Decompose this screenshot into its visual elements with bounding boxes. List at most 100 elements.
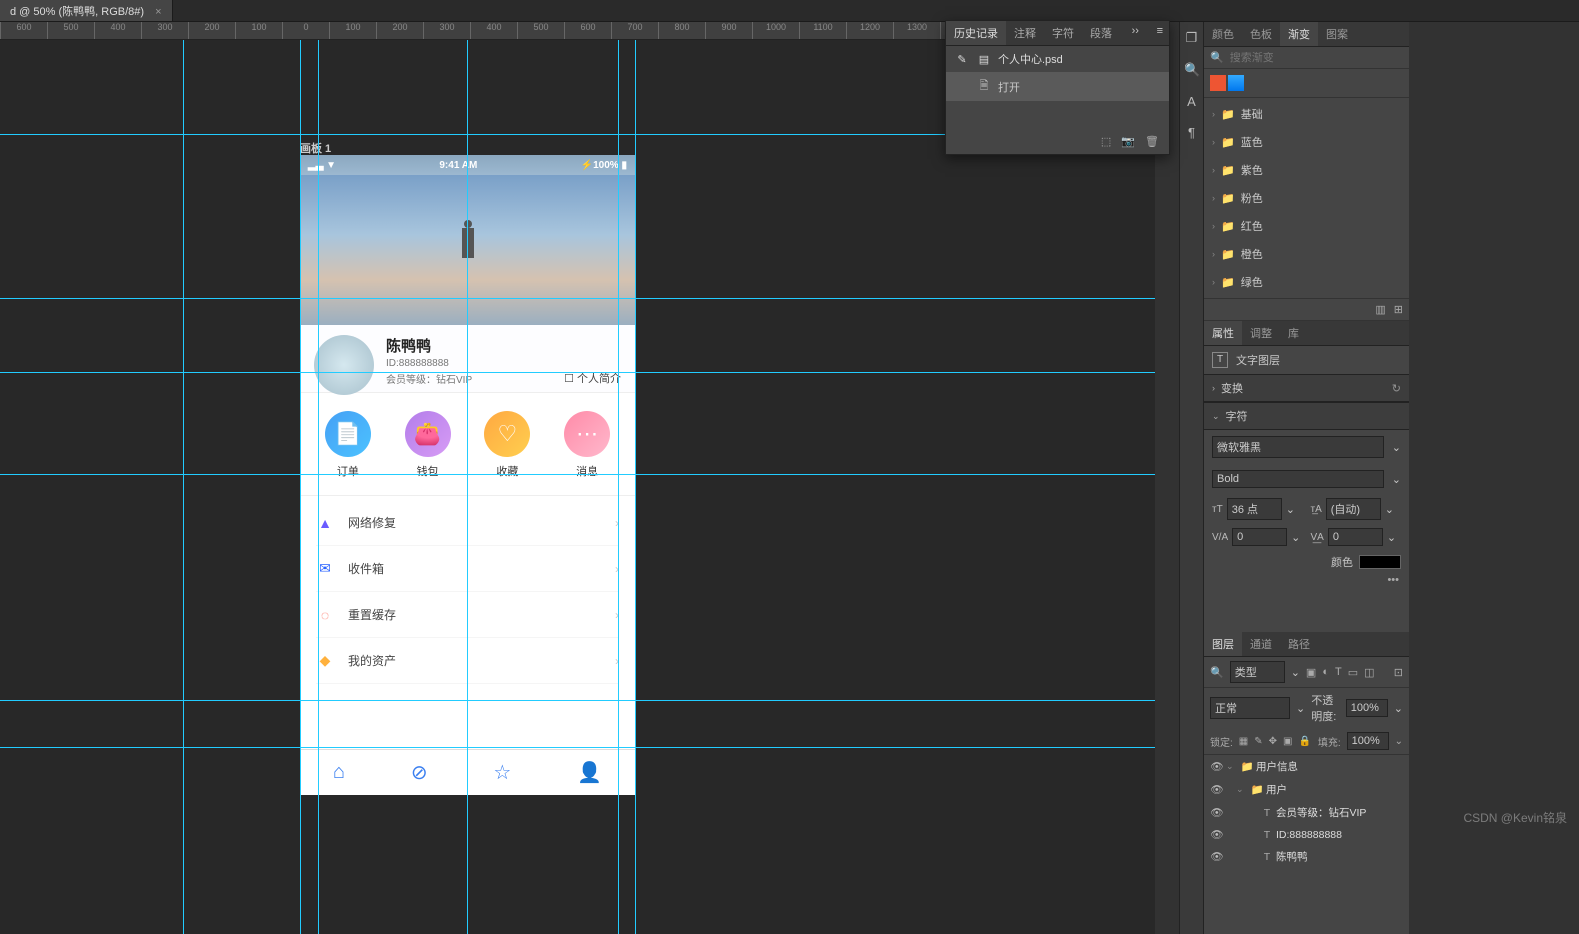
snapshot-icon[interactable]: 📷: [1121, 135, 1135, 148]
font-size-icon: ᴛT: [1212, 504, 1223, 515]
tab-library[interactable]: 库: [1280, 321, 1307, 345]
avatar: [314, 335, 374, 395]
mock-grid-item: 📄订单: [325, 411, 371, 479]
swatch-blue[interactable]: [1228, 75, 1244, 91]
color-label: 颜色: [1331, 554, 1353, 570]
mock-grid-item: 👛钱包: [405, 411, 451, 479]
gradient-folder[interactable]: ›📁橙色: [1204, 240, 1409, 268]
lock-artboard-icon[interactable]: ▣: [1283, 736, 1292, 747]
filter-shape-icon[interactable]: ▭: [1348, 666, 1358, 679]
gradient-swatch-row: [1204, 69, 1409, 98]
tab-channels[interactable]: 通道: [1242, 632, 1280, 656]
mock-grid-item: ♡收藏: [484, 411, 530, 479]
opacity-label: 不透明度:: [1311, 692, 1340, 724]
history-step-open[interactable]: 🗎 打开: [946, 72, 1169, 101]
visibility-icon[interactable]: 👁: [1208, 850, 1226, 863]
artboard-label[interactable]: 画板 1: [300, 140, 331, 156]
lock-position-icon[interactable]: ✥: [1269, 736, 1277, 747]
canvas-workspace: 6005004003002001000100200300400500600700…: [0, 22, 1155, 934]
tracking-icon: V͟A: [1311, 532, 1324, 543]
font-weight-select[interactable]: Bold: [1212, 470, 1384, 488]
history-tabs: 历史记录 注释 字符 段落 ›› ≡: [946, 21, 1169, 46]
lock-pixels-icon[interactable]: ▦: [1239, 736, 1248, 747]
more-icon[interactable]: •••: [1204, 574, 1409, 592]
swatch-red[interactable]: [1210, 75, 1226, 91]
visibility-icon[interactable]: 👁: [1208, 828, 1226, 841]
gradient-folder[interactable]: ›📁绿色: [1204, 268, 1409, 296]
tab-history[interactable]: 历史记录: [946, 21, 1006, 45]
tab-color[interactable]: 颜色: [1204, 22, 1242, 46]
font-size[interactable]: 36 点: [1227, 498, 1282, 520]
document-tabbar: d @ 50% (陈鸭鸭, RGB/8#) ×: [0, 0, 1579, 22]
new-item-icon[interactable]: ⊞: [1394, 303, 1403, 316]
tab-paragraph[interactable]: 段落: [1082, 21, 1120, 45]
rail-search-icon[interactable]: 🔍: [1180, 54, 1203, 86]
visibility-icon[interactable]: 👁: [1208, 783, 1226, 796]
rail-text-icon[interactable]: A: [1180, 86, 1203, 117]
kerning[interactable]: 0: [1232, 528, 1287, 546]
tracking[interactable]: 0: [1328, 528, 1383, 546]
gradient-folder[interactable]: ›📁红色: [1204, 212, 1409, 240]
expand-icon[interactable]: ››: [1126, 21, 1145, 45]
blend-mode-select[interactable]: 正常: [1210, 697, 1290, 719]
tab-pattern[interactable]: 图案: [1318, 22, 1356, 46]
leading-icon: ᴛ̲A: [1311, 504, 1322, 515]
gradient-folder[interactable]: ›📁粉色: [1204, 184, 1409, 212]
filter-type-icon[interactable]: T: [1335, 666, 1342, 678]
gradient-folder[interactable]: ›📁紫色: [1204, 156, 1409, 184]
layer-row[interactable]: 👁⌄📁用户信息: [1204, 755, 1409, 778]
filter-adjust-icon[interactable]: ◐: [1322, 666, 1329, 678]
type-layer-icon: T: [1212, 352, 1228, 368]
fill-value[interactable]: 100%: [1347, 732, 1389, 750]
visibility-icon[interactable]: 👁: [1208, 760, 1226, 773]
va-icon: V/A: [1212, 532, 1228, 543]
section-transform[interactable]: ›变换↻: [1204, 374, 1409, 402]
canvas[interactable]: 画板 1 ▂▃ ▼ 9:41 AM ⚡100% ▮ 陈鸭鸭 ID:8888888…: [0, 40, 1155, 934]
lock-brush-icon[interactable]: ✎: [1254, 736, 1262, 747]
layer-row[interactable]: 👁T会员等级：钻石VIP: [1204, 801, 1409, 824]
gradient-folder[interactable]: ›📁基础: [1204, 100, 1409, 128]
close-icon[interactable]: ×: [155, 6, 161, 18]
trash-icon[interactable]: 🗑: [1145, 135, 1159, 148]
rail-paragraph-icon[interactable]: ¶: [1180, 117, 1203, 148]
tab-properties[interactable]: 属性: [1204, 321, 1242, 345]
reset-icon[interactable]: ↻: [1392, 382, 1401, 395]
filter-toggle[interactable]: ⊡: [1394, 666, 1403, 679]
gradient-folder[interactable]: ›📁蓝色: [1204, 128, 1409, 156]
tab-character[interactable]: 字符: [1044, 21, 1082, 45]
history-file[interactable]: ✎ ▤ 个人中心.psd: [946, 46, 1169, 72]
tab-gradient[interactable]: 渐变: [1280, 22, 1318, 46]
chevron-down-icon[interactable]: ⌄: [1392, 441, 1401, 454]
dock-rail: ❐ 🔍 A ¶: [1179, 22, 1203, 934]
tab-adjust[interactable]: 调整: [1242, 321, 1280, 345]
tab-paths[interactable]: 路径: [1280, 632, 1318, 656]
text-color-swatch[interactable]: [1359, 555, 1401, 569]
lock-all-icon[interactable]: 🔒: [1298, 736, 1310, 747]
right-panel: 颜色 色板 渐变 图案 🔍 ›📁基础›📁蓝色›📁紫色›📁粉色›📁红色›📁橙色›📁…: [1203, 22, 1409, 934]
rail-panel-icon[interactable]: ❐: [1180, 22, 1203, 54]
tab-swatches[interactable]: 色板: [1242, 22, 1280, 46]
tab-notes[interactable]: 注释: [1006, 21, 1044, 45]
tab-layers[interactable]: 图层: [1204, 632, 1242, 656]
layer-row[interactable]: 👁T陈鸭鸭: [1204, 845, 1409, 868]
document-tab[interactable]: d @ 50% (陈鸭鸭, RGB/8#) ×: [0, 0, 173, 21]
filter-search-icon: 🔍: [1210, 666, 1224, 679]
opacity-value[interactable]: 100%: [1346, 699, 1388, 717]
file-icon: 🗎: [976, 77, 992, 96]
leading[interactable]: (自动): [1326, 498, 1381, 520]
section-character[interactable]: ⌄字符: [1204, 402, 1409, 430]
panel-menu-icon[interactable]: ≡: [1151, 21, 1169, 45]
layer-row[interactable]: 👁TID:888888888: [1204, 824, 1409, 845]
layer-type-label: 文字图层: [1236, 352, 1280, 368]
filter-image-icon[interactable]: ▣: [1306, 666, 1316, 679]
history-panel[interactable]: 历史记录 注释 字符 段落 ›› ≡ ✎ ▤ 个人中心.psd 🗎 打开 ⬚ 📷…: [945, 20, 1170, 155]
filter-smart-icon[interactable]: ◫: [1364, 666, 1374, 679]
visibility-icon[interactable]: 👁: [1208, 806, 1226, 819]
chevron-down-icon[interactable]: ⌄: [1392, 473, 1401, 486]
layer-row[interactable]: 👁⌄📁用户: [1204, 778, 1409, 801]
gradient-search[interactable]: [1230, 52, 1403, 64]
font-family-select[interactable]: 微软雅黑: [1212, 436, 1384, 458]
new-folder-icon[interactable]: ▥: [1375, 303, 1385, 316]
layer-filter-select[interactable]: 类型: [1230, 661, 1285, 683]
create-doc-icon[interactable]: ⬚: [1101, 135, 1111, 148]
